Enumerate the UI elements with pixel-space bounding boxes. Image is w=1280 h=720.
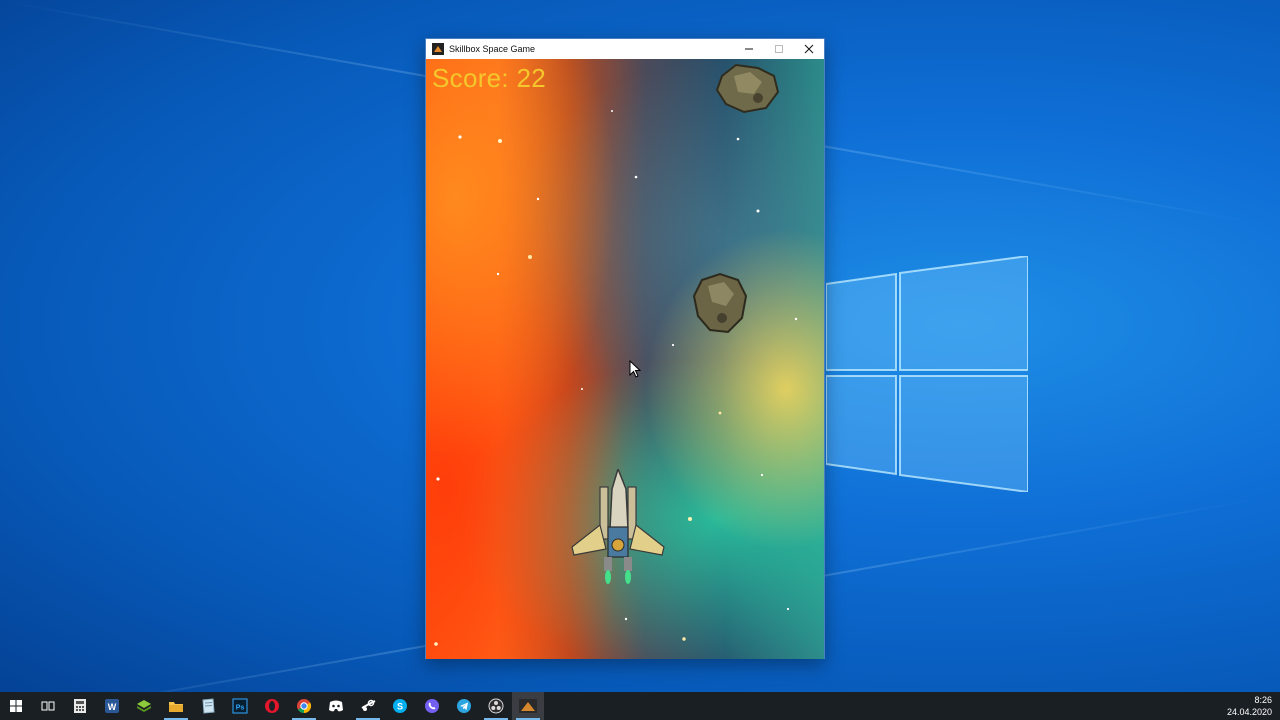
notepad-icon	[202, 698, 215, 714]
game-canvas[interactable]: Score: 22	[426, 59, 824, 659]
task-view-icon	[41, 701, 55, 711]
task-view-button[interactable]	[32, 692, 64, 720]
game-window[interactable]: Skillbox Space Game Score: 22	[425, 38, 825, 659]
clock-date: 24.04.2020	[1226, 707, 1272, 717]
word-icon: W	[105, 699, 119, 713]
svg-text:Ps: Ps	[236, 705, 245, 712]
taskbar-skype[interactable]: S	[384, 692, 416, 720]
taskbar-viber[interactable]	[416, 692, 448, 720]
svg-text:W: W	[108, 702, 117, 712]
taskbar-word[interactable]: W	[96, 692, 128, 720]
taskbar-telegram[interactable]	[448, 692, 480, 720]
taskbar-space-game[interactable]	[512, 692, 544, 720]
system-clock[interactable]: 8:26 24.04.2020	[1212, 694, 1272, 718]
clock-time: 8:26	[1254, 695, 1272, 705]
calculator-icon	[74, 699, 86, 713]
obs-icon	[488, 698, 504, 714]
score-label: Score: 22	[432, 63, 546, 93]
taskbar-obs[interactable]	[480, 692, 512, 720]
taskbar-photoshop[interactable]: Ps	[224, 692, 256, 720]
asteroid	[715, 63, 780, 114]
taskbar-chrome[interactable]	[288, 692, 320, 720]
svg-text:S: S	[397, 702, 403, 712]
window-titlebar[interactable]: Skillbox Space Game	[426, 39, 824, 59]
taskbar: W Ps S 8:26 24.04.2020	[0, 692, 1280, 720]
steam-icon	[361, 699, 376, 711]
opera-icon	[265, 699, 279, 713]
window-title: Skillbox Space Game	[449, 44, 536, 54]
taskbar-stack-app[interactable]	[128, 692, 160, 720]
file-explorer-icon	[169, 702, 183, 712]
taskbar-steam[interactable]	[352, 692, 384, 720]
windows-logo-icon	[826, 256, 1028, 492]
mouse-cursor-icon	[629, 360, 641, 378]
close-icon	[804, 44, 814, 54]
chrome-icon	[297, 699, 312, 714]
app-icon	[432, 43, 444, 55]
taskbar-calculator[interactable]	[64, 692, 96, 720]
maximize-button[interactable]	[764, 39, 794, 59]
player-spaceship	[571, 469, 665, 584]
close-button[interactable]	[794, 39, 824, 59]
minimize-button[interactable]	[734, 39, 764, 59]
stack-icon	[137, 700, 151, 712]
taskbar-opera[interactable]	[256, 692, 288, 720]
skype-icon: S	[393, 699, 407, 713]
asteroid	[692, 272, 748, 334]
windows-start-icon	[10, 700, 22, 712]
taskbar-discord[interactable]	[320, 692, 352, 720]
space-game-icon	[519, 699, 537, 713]
minimize-icon	[745, 48, 753, 50]
taskbar-notepad[interactable]	[192, 692, 224, 720]
photoshop-icon: Ps	[232, 698, 248, 714]
taskbar-file-explorer[interactable]	[160, 692, 192, 720]
telegram-icon	[457, 699, 471, 713]
maximize-icon	[775, 45, 783, 53]
viber-icon	[425, 699, 439, 713]
discord-icon	[329, 700, 343, 712]
start-button[interactable]	[0, 692, 32, 720]
